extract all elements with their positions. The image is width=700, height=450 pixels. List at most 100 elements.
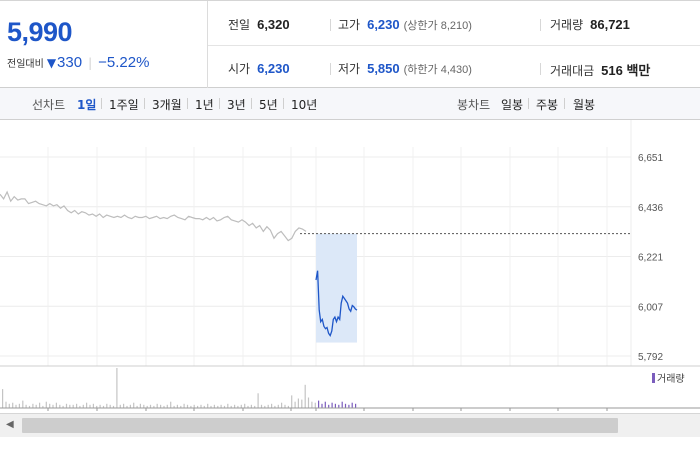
period-1-day[interactable]: 1일 — [77, 96, 96, 113]
low-stat: 저가 5,850 (하한가 4,430) — [338, 60, 472, 77]
volume-bar — [294, 401, 296, 408]
candle-monthly[interactable]: 월봉 — [573, 96, 595, 113]
column-divider — [540, 63, 541, 75]
volume-bar — [355, 403, 357, 408]
stat-row-divider — [208, 45, 700, 46]
high-label: 고가 — [338, 18, 361, 32]
volume-bar — [32, 403, 34, 408]
current-price: 5,990 — [7, 17, 73, 47]
period-divider — [219, 98, 220, 109]
volume-bar — [271, 403, 273, 408]
column-divider — [540, 19, 541, 31]
volume-bar — [92, 403, 94, 408]
period-divider — [283, 98, 284, 109]
volume-stat: 거래량 86,721 — [550, 16, 630, 33]
volume-bar — [304, 384, 306, 408]
volume-bar — [76, 403, 78, 408]
prev-day-price-line — [0, 190, 307, 242]
volume-bar — [55, 402, 57, 408]
y-tick-label: 5,792 — [638, 352, 663, 363]
volume-legend-swatch — [652, 373, 655, 383]
period-divider — [144, 98, 145, 109]
arrow-left-icon[interactable]: ◀ — [6, 419, 14, 430]
volume-bar — [351, 402, 353, 408]
bottom-strip — [0, 437, 700, 450]
volume-bar — [318, 400, 320, 408]
volume-bar — [18, 403, 20, 408]
scrollbar-thumb[interactable] — [22, 418, 618, 433]
period-10-years[interactable]: 10년 — [291, 96, 317, 113]
y-tick-label: 6,007 — [638, 302, 663, 313]
y-tick-label: 6,651 — [638, 153, 663, 164]
quote-summary: 5,990 전일대비 ▼ 330 | −5.22% 전일 6,320 고가 6,… — [0, 0, 700, 89]
candle-daily[interactable]: 일봉 — [501, 96, 523, 113]
chart-scrollbar[interactable]: ◀ — [0, 413, 700, 437]
open-stat: 시가 6,230 — [228, 60, 290, 77]
volume-bar — [344, 403, 347, 408]
period-1-year[interactable]: 1년 — [195, 96, 214, 113]
volume-bar — [22, 400, 24, 408]
volume-bar — [331, 402, 333, 408]
volume-bar — [116, 368, 118, 408]
line-chart-label: 선차트 — [32, 98, 66, 112]
volume-bar — [281, 402, 283, 408]
column-divider — [330, 19, 331, 31]
volume-bar — [324, 401, 326, 408]
column-divider — [330, 63, 331, 75]
volume-bar — [334, 403, 336, 408]
open-label: 시가 — [228, 62, 251, 76]
period-3-years[interactable]: 3년 — [227, 96, 246, 113]
period-divider — [101, 98, 102, 109]
volume-bar — [291, 395, 293, 408]
low-value: 5,850 — [367, 61, 400, 76]
volume-bar — [45, 401, 47, 408]
chart-period-toolbar: 선차트 1일 1주일 3개월 1년 3년 5년 10년 봉차트 일봉 주봉 월봉 — [0, 88, 700, 120]
period-divider — [564, 98, 565, 109]
high-stat: 고가 6,230 (상한가 8,210) — [338, 16, 472, 33]
candle-weekly[interactable]: 주봉 — [536, 96, 558, 113]
change-value: 330 — [57, 54, 83, 71]
volume-bar — [2, 389, 4, 408]
period-divider — [528, 98, 529, 109]
today-range-band — [316, 233, 357, 343]
volume-bar — [341, 401, 343, 408]
volume-value: 86,721 — [590, 17, 630, 32]
y-tick-label: 6,436 — [638, 203, 663, 214]
upper-limit: (상한가 8,210) — [403, 20, 472, 32]
volume-bar — [106, 403, 108, 408]
volume-bar — [139, 403, 141, 408]
change-row: 전일대비 ▼ 330 | −5.22% — [7, 54, 149, 71]
volume-bar — [39, 402, 41, 408]
volume-bar — [156, 403, 158, 408]
price-box: 5,990 전일대비 ▼ 330 | −5.22% — [0, 1, 208, 89]
period-1-week[interactable]: 1주일 — [109, 96, 139, 113]
volume-bar — [314, 402, 316, 408]
y-tick-label: 6,221 — [638, 253, 663, 264]
volume-bar — [12, 402, 14, 408]
prev-close-stat: 전일 6,320 — [228, 16, 290, 33]
change-percent: −5.22% — [98, 54, 150, 71]
volume-bar — [49, 403, 51, 408]
trade-value-stat: 거래대금 516 백만 — [550, 60, 650, 79]
period-3-months[interactable]: 3개월 — [152, 96, 182, 113]
change-separator: | — [88, 55, 93, 70]
volume-label: 거래량 — [550, 18, 584, 32]
volume-bar — [86, 402, 88, 408]
low-label: 저가 — [338, 62, 361, 76]
volume-bar — [321, 403, 323, 408]
prev-close-label: 전일 — [228, 18, 251, 32]
open-value: 6,230 — [257, 61, 290, 76]
candle-chart-label: 봉차트 — [457, 98, 491, 112]
price-chart-svg: 6,651 6,436 6,221 6,007 5,792 거래량 — [0, 120, 700, 411]
volume-bar — [257, 393, 259, 408]
trade-value-value: 516 백만 — [601, 63, 651, 78]
volume-bar — [297, 398, 299, 408]
volume-bar — [8, 403, 10, 408]
period-divider — [251, 98, 252, 109]
intraday-chart[interactable]: 6,651 6,436 6,221 6,007 5,792 거래량 — [0, 120, 700, 412]
volume-bar — [227, 403, 229, 408]
high-value: 6,230 — [367, 17, 400, 32]
volume-bar — [307, 397, 310, 408]
period-5-years[interactable]: 5년 — [259, 96, 278, 113]
volume-bar — [170, 401, 172, 408]
